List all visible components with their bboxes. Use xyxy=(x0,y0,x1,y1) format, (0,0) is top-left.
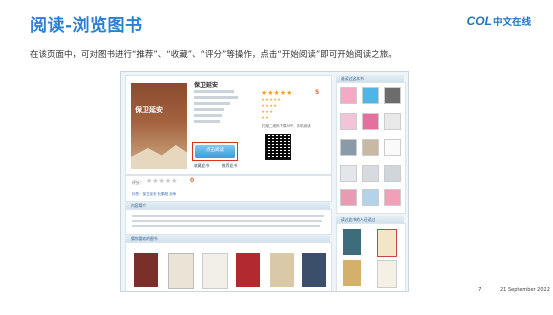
meta-words xyxy=(194,108,224,111)
rating-label: 评分： xyxy=(132,180,144,185)
readers-panel xyxy=(336,82,406,214)
rating-breakdown-5: ★★★★★ xyxy=(261,98,282,103)
user-rating-score: 0 xyxy=(190,177,195,184)
reader-avatar[interactable] xyxy=(384,113,401,130)
read-button-highlight: 点击阅读 xyxy=(192,142,238,161)
related-books-header: 读过此书的人还读过 xyxy=(336,216,404,223)
book-info-panel: 保卫延安 保卫延安 ★★★★★ 5 ★★★★★ ★★★★ ★★★ ★★ 扫描二维… xyxy=(125,75,332,175)
recommend-button[interactable]: 推荐此书 xyxy=(222,163,237,169)
related-books-panel xyxy=(336,223,406,291)
meta-price xyxy=(194,114,222,117)
slide-title: 阅读-浏览图书 xyxy=(30,16,143,36)
rating-breakdown-3: ★★★ xyxy=(261,110,274,115)
meta-date xyxy=(194,102,230,105)
reader-avatar[interactable] xyxy=(340,139,357,156)
reader-avatar[interactable] xyxy=(362,165,379,182)
readers-header: 谁读过这本书 xyxy=(336,75,404,82)
reader-avatar[interactable] xyxy=(340,165,357,182)
qr-caption: 扫描二维码下载APP，手机阅读 xyxy=(262,124,311,128)
recommended-book[interactable] xyxy=(134,253,158,287)
qr-code xyxy=(265,134,291,160)
reader-avatar[interactable] xyxy=(384,87,401,104)
reader-avatar[interactable] xyxy=(362,189,379,206)
recommended-book[interactable] xyxy=(202,253,228,289)
user-rating-stars[interactable]: ★★★★★ xyxy=(146,177,177,185)
related-book[interactable] xyxy=(343,229,361,255)
meta-category xyxy=(194,120,220,123)
reader-avatar[interactable] xyxy=(340,189,357,206)
slide-date: 21 September 2022 xyxy=(500,287,550,293)
cover-illustration xyxy=(131,145,187,169)
favorite-button[interactable]: 收藏此书 xyxy=(194,163,209,169)
slide-description: 在该页面中，可对图书进行“推荐”、“收藏”、“评分”等操作，点击“开始阅读”即可… xyxy=(30,50,397,60)
book-tags[interactable]: 标签：保卫延安 杜鹏程 战争 xyxy=(132,192,176,197)
recommend-panel xyxy=(125,242,332,291)
rating-breakdown-2: ★★ xyxy=(261,116,270,121)
intro-text-line xyxy=(132,215,324,217)
related-book[interactable] xyxy=(377,229,397,257)
reader-avatar[interactable] xyxy=(384,139,401,156)
recommend-header: 猜你喜欢的图书 xyxy=(125,235,330,242)
reader-avatar[interactable] xyxy=(362,87,379,104)
reader-avatar[interactable] xyxy=(362,139,379,156)
brand-chinese: 中文在线 xyxy=(492,17,531,28)
cover-title: 保卫延安 xyxy=(135,106,163,114)
intro-text-line xyxy=(132,225,320,227)
brand-latin: COL xyxy=(466,14,492,28)
book-name: 保卫延安 xyxy=(194,82,219,89)
intro-text-line xyxy=(132,220,322,222)
brand-logo: COL 中文在线 xyxy=(467,14,531,28)
screenshot-book-page: 保卫延安 保卫延安 ★★★★★ 5 ★★★★★ ★★★★ ★★★ ★★ 扫描二维… xyxy=(120,71,409,292)
book-cover[interactable]: 保卫延安 xyxy=(131,83,187,169)
intro-panel xyxy=(125,209,332,235)
meta-author xyxy=(194,90,234,93)
user-rating-panel: 评分： ★★★★★ 0 标签：保卫延安 杜鹏程 战争 xyxy=(125,175,332,202)
page-number: 7 xyxy=(478,287,482,293)
recommended-book[interactable] xyxy=(236,253,260,287)
reader-avatar[interactable] xyxy=(384,189,401,206)
related-book[interactable] xyxy=(343,260,361,286)
meta-publisher xyxy=(194,96,238,99)
reader-avatar[interactable] xyxy=(384,165,401,182)
reader-avatar[interactable] xyxy=(340,87,357,104)
recommended-book[interactable] xyxy=(302,253,326,287)
related-book[interactable] xyxy=(377,260,397,288)
recommended-book[interactable] xyxy=(168,253,194,289)
reader-avatar[interactable] xyxy=(340,113,357,130)
recommended-book[interactable] xyxy=(270,253,294,287)
rating-breakdown-4: ★★★★ xyxy=(261,104,278,109)
rating-value: 5 xyxy=(315,89,320,96)
rating-stars: ★★★★★ xyxy=(261,89,293,97)
start-reading-button[interactable]: 点击阅读 xyxy=(195,145,235,158)
reader-avatar[interactable] xyxy=(362,113,379,130)
intro-header: 内容简介 xyxy=(125,202,330,209)
